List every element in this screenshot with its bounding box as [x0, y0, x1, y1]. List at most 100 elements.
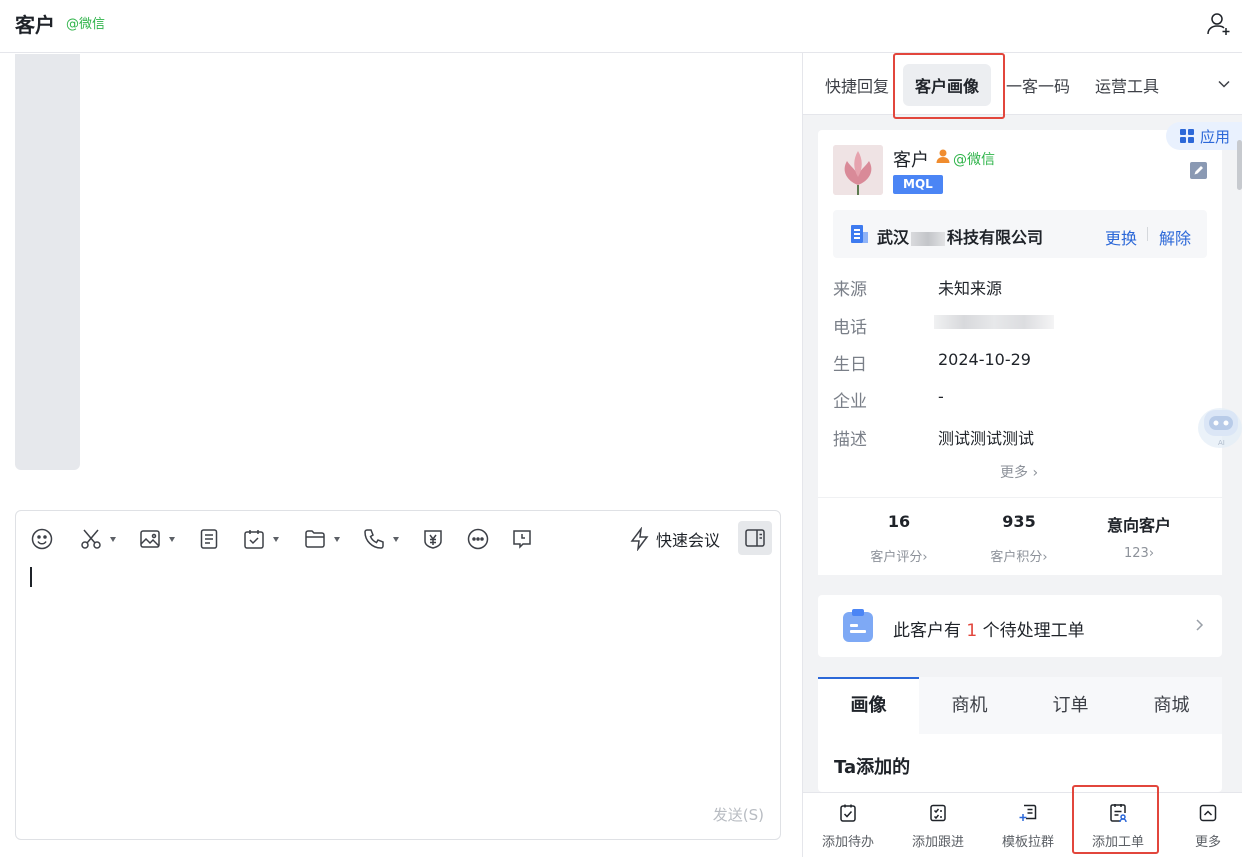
more-actions-label: 更多: [1194, 835, 1221, 850]
caret-down-icon: [169, 536, 175, 542]
building-icon: [851, 225, 868, 243]
emoji-icon: [31, 528, 53, 550]
scrollbar[interactable]: [1237, 140, 1242, 190]
ticket-prefix: 此客户有: [893, 621, 961, 641]
apps-grid-icon: [1180, 129, 1194, 143]
tab-orders[interactable]: 订单: [1020, 677, 1121, 734]
ticket-suffix: 个待处理工单: [982, 621, 1085, 641]
stat-value-points: 935: [1002, 512, 1036, 531]
field-value-company: -: [938, 387, 944, 406]
customer-name: 客户: [893, 150, 929, 171]
more-tools-button[interactable]: [466, 525, 490, 553]
reminder-icon: [513, 530, 531, 549]
caret-down-icon: [393, 536, 399, 542]
document-button[interactable]: [197, 525, 221, 553]
field-label-source: 来源: [833, 280, 867, 300]
stat-label-intent[interactable]: 123›: [1079, 546, 1199, 561]
stat-label-intent-text: 123: [1123, 546, 1149, 561]
highlight-box: [893, 53, 1005, 119]
chevron-down-icon[interactable]: [1216, 76, 1232, 92]
add-todo-button[interactable]: 添加待办: [803, 793, 893, 857]
schedule-button[interactable]: [242, 525, 279, 553]
template-group-button[interactable]: 模板拉群: [983, 793, 1073, 857]
section-heading: Ta添加的: [834, 757, 911, 778]
lightning-icon: [630, 527, 649, 551]
screenshot-button[interactable]: [79, 525, 116, 553]
text-cursor: [30, 567, 32, 587]
scissors-icon: [81, 529, 101, 549]
field-value-birthday: 2024-10-29: [938, 350, 1031, 369]
company-name-suffix: 科技有限公司: [947, 228, 1044, 247]
payment-button[interactable]: [421, 525, 445, 553]
stat-label-score[interactable]: 客户评分›: [839, 546, 959, 565]
payment-icon: [424, 530, 442, 549]
todo-icon: [840, 804, 856, 822]
apps-button[interactable]: 应用: [1166, 122, 1242, 150]
call-button[interactable]: [362, 525, 399, 553]
unbind-company-link[interactable]: 解除: [1159, 225, 1191, 249]
image-button[interactable]: [138, 525, 175, 553]
tab-opportunity[interactable]: 商机: [919, 677, 1020, 734]
quick-meeting-label: 快速会议: [656, 531, 721, 550]
expand-up-icon: [1199, 804, 1217, 822]
phone-icon: [364, 529, 384, 549]
calendar-icon: [244, 530, 264, 549]
ticket-count: 1: [966, 621, 978, 641]
bottom-action-bar: 添加待办 添加跟进 模板拉群 添加工单 更多: [803, 792, 1242, 857]
panel-icon: [745, 529, 765, 547]
apps-label: 应用: [1200, 127, 1231, 146]
status-badge: MQL: [893, 175, 943, 194]
customer-channel-tag: @微信: [953, 152, 995, 168]
more-icon: [467, 528, 489, 550]
field-value-source: 未知来源: [938, 279, 1003, 298]
redacted-phone: [934, 315, 1054, 329]
tab-quick-reply[interactable]: 快捷回复: [825, 73, 889, 97]
more-fields-link[interactable]: 更多 ›: [1000, 462, 1038, 482]
group-template-icon: [1019, 804, 1037, 821]
divider: [1147, 227, 1148, 241]
reminder-button[interactable]: [510, 525, 534, 553]
field-label-description: 描述: [833, 430, 867, 450]
caret-down-icon: [334, 536, 340, 542]
stat-value-score: 16: [887, 512, 911, 531]
field-label-birthday: 生日: [833, 355, 867, 375]
stat-label-score-text: 客户评分: [870, 550, 923, 565]
add-followup-button[interactable]: 添加跟进: [893, 793, 983, 857]
followup-icon: [930, 804, 946, 822]
pending-tickets-text: 此客户有 1 个待处理工单: [893, 616, 1085, 641]
more-fields-label: 更多: [1000, 465, 1028, 481]
field-label-phone: 电话: [833, 318, 867, 338]
ai-assistant-icon[interactable]: AI: [1182, 398, 1242, 454]
portrait-section: 画像 商机 订单 商城 Ta添加的: [818, 677, 1222, 792]
document-icon: [200, 529, 218, 549]
caret-down-icon: [110, 536, 116, 542]
template-group-label: 模板拉群: [1001, 835, 1054, 850]
avatar: [833, 145, 883, 195]
page-header: [0, 0, 1242, 53]
tab-ops-tools[interactable]: 运营工具: [1095, 73, 1159, 97]
add-user-icon[interactable]: [1206, 11, 1232, 37]
redacted-text: [911, 231, 946, 246]
edit-icon[interactable]: [1190, 162, 1207, 179]
message-placeholder: [15, 54, 80, 470]
quick-meeting-button[interactable]: 快速会议: [628, 525, 720, 553]
svg-text:AI: AI: [1218, 439, 1225, 447]
change-company-link[interactable]: 更换: [1105, 225, 1137, 249]
clipboard-icon: [843, 609, 873, 642]
more-actions-button[interactable]: 更多: [1163, 793, 1242, 857]
side-panel-toggle[interactable]: [738, 521, 772, 555]
file-button[interactable]: [303, 525, 340, 553]
stat-label-points-text: 客户积分: [990, 550, 1043, 565]
stat-label-points[interactable]: 客户积分›: [959, 546, 1079, 565]
company-name-prefix: 武汉: [877, 228, 910, 247]
send-button[interactable]: 发送(S): [713, 804, 764, 825]
highlight-box: [1072, 785, 1159, 854]
right-panel-tabs: 快捷回复 客户画像 一客一码 运营工具: [803, 53, 1242, 115]
tab-portrait[interactable]: 画像: [818, 677, 919, 734]
tab-one-customer-code[interactable]: 一客一码: [1006, 73, 1070, 97]
emoji-button[interactable]: [30, 525, 54, 553]
message-editor[interactable]: 快速会议 发送(S): [15, 510, 781, 840]
folder-icon: [305, 530, 325, 548]
tab-mall[interactable]: 商城: [1121, 677, 1222, 734]
pending-tickets-card[interactable]: 此客户有 1 个待处理工单: [818, 595, 1222, 657]
